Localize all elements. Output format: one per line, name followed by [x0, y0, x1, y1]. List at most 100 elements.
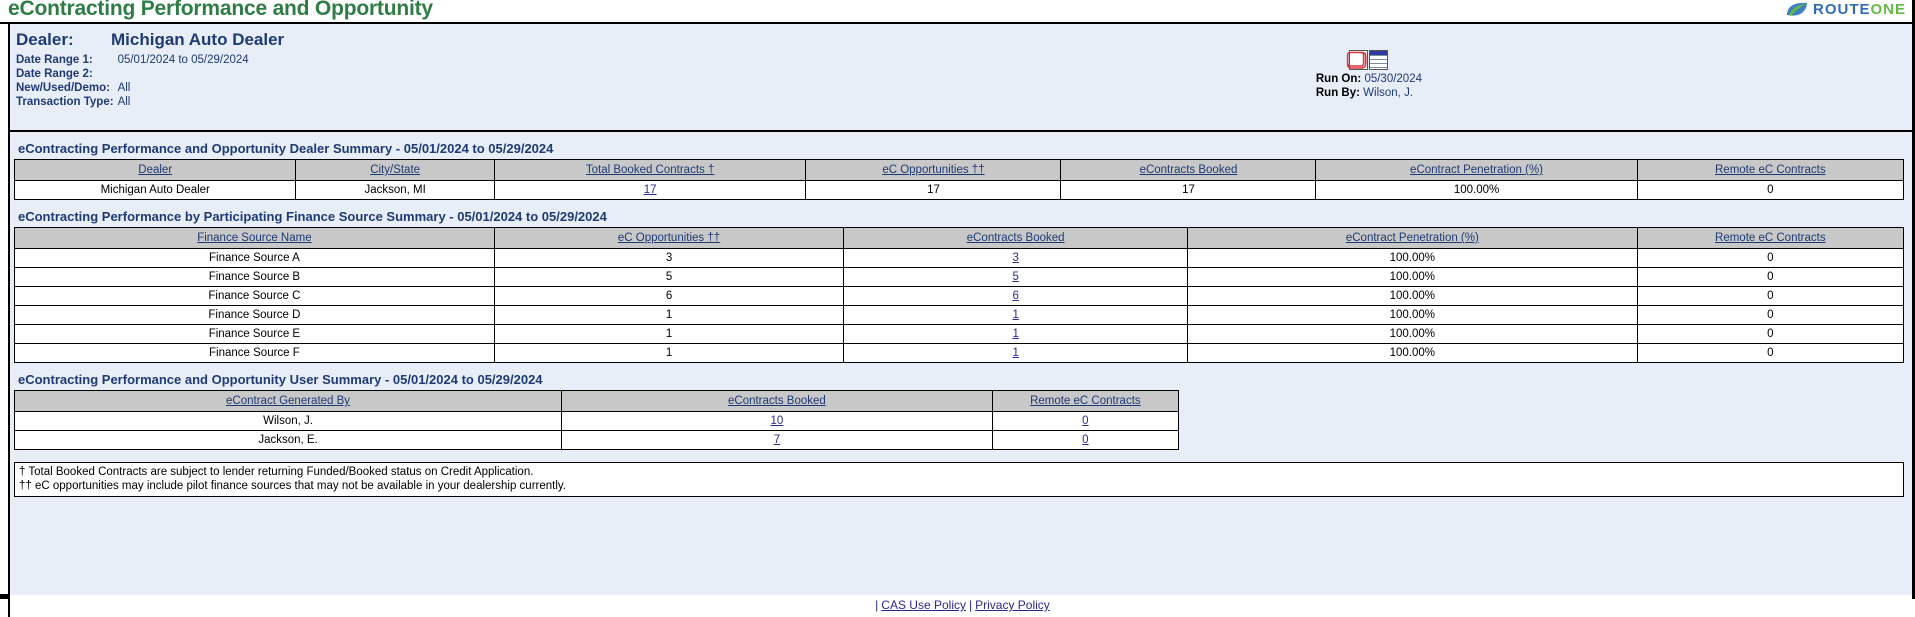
table-header-row: Finance Source Name eC Opportunities †† …: [14, 227, 1905, 249]
cell-finance-source-name: Finance Source F: [14, 343, 495, 363]
criteria-row: Date Range 1: 05/01/2024 to 05/29/2024: [16, 53, 249, 67]
col-header-finance-source-name[interactable]: Finance Source Name: [14, 227, 495, 249]
col-header-label[interactable]: eContracts Booked: [1140, 164, 1238, 176]
criteria-label: Date Range 2:: [16, 68, 93, 80]
cell-finance-source-name: Finance Source A: [14, 248, 495, 268]
col-header-label[interactable]: Finance Source Name: [197, 232, 311, 244]
report-content: eContracting Performance and Opportunity…: [8, 132, 1912, 595]
cell-ec-opportunities: 17: [805, 180, 1062, 200]
run-by-line: Run By: Wilson, J.: [1316, 86, 1422, 100]
table-row: Wilson, J. 10 0: [13, 411, 1180, 431]
cell-ec-opportunities: 3: [493, 248, 845, 268]
col-header-label[interactable]: Remote eC Contracts: [1715, 164, 1826, 176]
table-row: Finance Source E 1 1 100.00% 0: [14, 324, 1905, 344]
econtracts-booked-link[interactable]: 7: [774, 434, 780, 446]
export-excel-icon[interactable]: [1369, 50, 1389, 70]
run-on-value: 05/30/2024: [1364, 73, 1422, 85]
cell-ec-opportunities: 6: [493, 286, 845, 306]
col-header-ec-penetration[interactable]: eContract Penetration (%): [1315, 159, 1638, 181]
econtracts-booked-link[interactable]: 6: [1012, 290, 1018, 302]
col-header-label[interactable]: eContract Penetration (%): [1346, 232, 1479, 244]
econtracts-booked-link[interactable]: 3: [1012, 252, 1018, 264]
dealer-summary-table: Dealer City/State Total Booked Contracts…: [13, 159, 1905, 200]
col-header-econtracts-booked[interactable]: eContracts Booked: [1060, 159, 1317, 181]
col-header-ec-opportunities[interactable]: eC Opportunities ††: [805, 159, 1062, 181]
remote-ec-contracts-link[interactable]: 0: [1082, 415, 1088, 427]
excel-grid: [1370, 55, 1388, 69]
col-header-label[interactable]: eContract Penetration (%): [1410, 164, 1543, 176]
col-header-total-booked-contracts[interactable]: Total Booked Contracts †: [493, 159, 807, 181]
criteria-value: All: [117, 82, 131, 94]
cas-use-policy-link[interactable]: CAS Use Policy: [881, 598, 966, 612]
col-header-ec-opportunities[interactable]: eC Opportunities ††: [493, 227, 845, 249]
criteria-label: Date Range 1:: [16, 54, 93, 66]
col-header-label[interactable]: Dealer: [138, 164, 172, 176]
col-header-econtracts-booked[interactable]: eContracts Booked: [843, 227, 1189, 249]
col-header-label[interactable]: eContract Generated By: [226, 395, 350, 407]
cell-finance-source-name: Finance Source D: [14, 305, 495, 325]
cell-user: Wilson, J.: [13, 411, 563, 431]
econtracts-booked-link[interactable]: 1: [1012, 328, 1018, 340]
col-header-label[interactable]: Total Booked Contracts †: [586, 164, 715, 176]
col-header-remote-ec-contracts[interactable]: Remote eC Contracts: [1636, 227, 1905, 249]
footer-separator-left: |: [875, 598, 879, 612]
criteria-value: 05/01/2024 to 05/29/2024: [117, 54, 249, 66]
col-header-econtract-generated-by[interactable]: eContract Generated By: [13, 390, 563, 412]
footnote-double-dagger: †† eC opportunities may include pilot fi…: [19, 480, 566, 492]
run-on-line: Run On: 05/30/2024: [1316, 72, 1422, 86]
brand-one: ONE: [1870, 1, 1906, 18]
cell-remote-ec-contracts: 0: [1636, 324, 1905, 344]
total-booked-contracts-link[interactable]: 17: [644, 184, 657, 196]
cell-ec-opportunities: 1: [493, 324, 845, 344]
criteria-label: Transaction Type:: [16, 96, 114, 108]
col-header-label[interactable]: Remote eC Contracts: [1030, 395, 1141, 407]
dealer-label: Dealer:: [16, 30, 74, 49]
export-pdf-icon[interactable]: ⃣: [1349, 50, 1369, 70]
econtracts-booked-link[interactable]: 10: [771, 415, 784, 427]
finance-source-summary-title: eContracting Performance by Participatin…: [18, 209, 607, 224]
col-header-label[interactable]: City/State: [370, 164, 420, 176]
export-buttons: ⃣: [1316, 50, 1422, 70]
table-row: Finance Source B 5 5 100.00% 0: [14, 267, 1905, 287]
col-header-label[interactable]: eContracts Booked: [728, 395, 826, 407]
criteria-row: Transaction Type: All: [16, 95, 249, 109]
cell-finance-source-name: Finance Source E: [14, 324, 495, 344]
criteria-table: Date Range 1: 05/01/2024 to 05/29/2024 D…: [16, 53, 249, 109]
col-header-econtracts-booked[interactable]: eContracts Booked: [561, 390, 993, 412]
table-row: Finance Source C 6 6 100.00% 0: [14, 286, 1905, 306]
footnotes-box: † Total Booked Contracts are subject to …: [14, 462, 1904, 497]
page-title: eContracting Performance and Opportunity: [8, 0, 433, 20]
run-by-label: Run By:: [1315, 87, 1360, 99]
col-header-remote-ec-contracts[interactable]: Remote eC Contracts: [991, 390, 1180, 412]
dealer-summary-section: eContracting Performance and Opportunity…: [13, 132, 1905, 200]
col-header-remote-ec-contracts[interactable]: Remote eC Contracts: [1636, 159, 1905, 181]
econtracts-booked-link[interactable]: 1: [1012, 309, 1018, 321]
report-page: eContracting Performance and Opportunity…: [0, 0, 1915, 617]
econtracts-booked-link[interactable]: 1: [1012, 347, 1018, 359]
remote-ec-contracts-link[interactable]: 0: [1082, 434, 1088, 446]
col-header-label[interactable]: eC Opportunities ††: [882, 164, 984, 176]
cell-city-state: Jackson, MI: [295, 180, 495, 200]
leaf-icon: [1786, 2, 1807, 16]
econtracts-booked-link[interactable]: 5: [1012, 271, 1018, 283]
cell-remote-ec-contracts: 0: [1636, 305, 1905, 325]
dealer-summary-title: eContracting Performance and Opportunity…: [18, 141, 554, 156]
col-header-label[interactable]: Remote eC Contracts: [1715, 232, 1826, 244]
criteria-row: New/Used/Demo: All: [16, 81, 249, 95]
col-header-city-state[interactable]: City/State: [295, 159, 495, 181]
col-header-dealer[interactable]: Dealer: [13, 159, 297, 181]
cell-econtracts-booked: 10: [561, 411, 993, 431]
footnote-single-dagger: † Total Booked Contracts are subject to …: [19, 466, 534, 478]
privacy-policy-link[interactable]: Privacy Policy: [975, 598, 1050, 612]
run-info-box: ⃣ Run On: 05/30/2024 Run By: Wilson, J.: [1316, 50, 1422, 100]
col-header-label[interactable]: eC Opportunities ††: [618, 232, 720, 244]
table-header-row: Dealer City/State Total Booked Contracts…: [13, 159, 1905, 181]
top-title-bar: eContracting Performance and Opportunity…: [0, 0, 1912, 24]
cell-remote-ec-contracts: 0: [1636, 248, 1905, 268]
cell-remote-ec-contracts: 0: [1636, 343, 1905, 363]
col-header-label[interactable]: eContracts Booked: [967, 232, 1065, 244]
cell-remote-ec-contracts: 0: [1636, 180, 1905, 200]
criteria-label: New/Used/Demo:: [16, 82, 110, 94]
cell-remote-ec-contracts: 0: [1636, 286, 1905, 306]
col-header-ec-penetration[interactable]: eContract Penetration (%): [1187, 227, 1638, 249]
